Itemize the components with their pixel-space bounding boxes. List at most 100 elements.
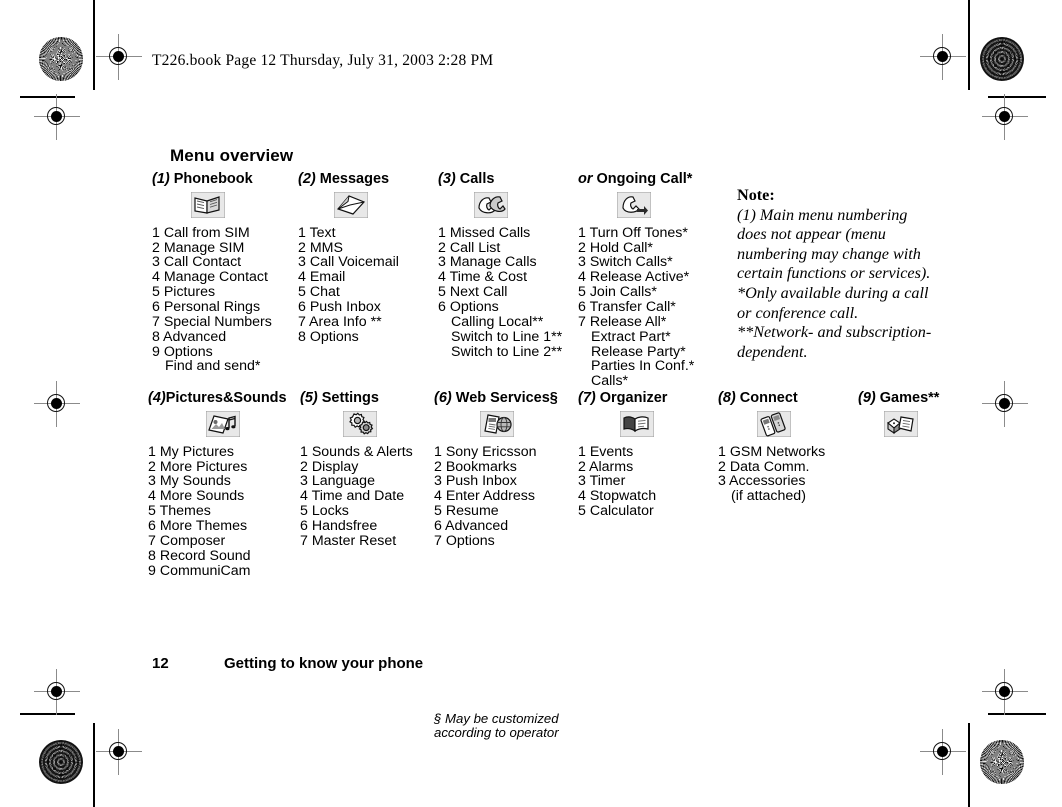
footnote-line: § May be customized xyxy=(434,710,559,726)
registration-mark-upper-right xyxy=(982,94,1028,140)
column-title: Connect xyxy=(739,390,798,406)
menu-item: 4 Manage Contact xyxy=(152,269,268,286)
menu-item: 3 Call Contact xyxy=(152,254,242,271)
menu-item-list: 1 GSM Networks 2 Data Comm. 3 Accessories(… xyxy=(718,444,830,505)
note-label: Note: xyxy=(737,186,775,204)
trim-line-right-top xyxy=(968,0,970,90)
note-line: does not appear (menu xyxy=(737,225,886,244)
menu-column-organizer: (7) Organizer 1 Events 2 Alarms 3 Timer 4 S… xyxy=(578,391,696,519)
menu-item: 1 Sounds & Alerts xyxy=(300,443,413,460)
menu-item: 6 Personal Rings xyxy=(152,299,261,316)
menu-item: 5 Calculator xyxy=(578,503,654,520)
note-line: **Network- and subscription- xyxy=(737,323,932,342)
menu-item: Calling Local** xyxy=(451,313,544,330)
column-number: (8) xyxy=(718,390,736,406)
note-line: *Only available during a call xyxy=(737,283,929,302)
menu-item: 6 Transfer Call* xyxy=(578,299,676,316)
menu-item: 2 Data Comm. xyxy=(718,458,810,475)
menu-item: 7 Special Numbers xyxy=(152,313,272,330)
menu-item: 2 Call List xyxy=(438,239,501,256)
menu-item: 1 Turn Off Tones* xyxy=(578,224,688,241)
menu-column-web-services: (6) Web Services§ 1 Sony Ericsson 2 Bookm… xyxy=(434,391,559,740)
column-heading: (8) Connect xyxy=(718,391,830,406)
column-number: (4) xyxy=(148,390,166,406)
column-heading: (3) Calls xyxy=(438,172,562,187)
menu-item: Extract Part* xyxy=(591,328,671,345)
connect-icon xyxy=(718,409,830,439)
menu-item-list: 1 Call from SIM 2 Manage SIM 3 Call Contac… xyxy=(152,225,272,374)
menu-item: 5 Themes xyxy=(148,503,211,520)
print-density-mark-top-right xyxy=(980,37,1024,81)
column-title: Pictures&Sounds xyxy=(165,390,287,406)
menu-item: 2 Alarms xyxy=(578,458,634,475)
menu-item: 1 Text xyxy=(298,224,336,241)
note-line: or conference call. xyxy=(737,303,859,322)
games-icon xyxy=(858,409,944,439)
column-heading: (4)Pictures&Sounds xyxy=(148,391,298,406)
registration-mark-upper-left xyxy=(34,94,80,140)
trim-line-top-right xyxy=(988,96,1046,98)
phonebook-icon xyxy=(152,190,264,220)
column-title: Phonebook xyxy=(173,171,253,187)
menu-column-calls: (3) Calls 1 Missed Calls 2 Call List 3 Man… xyxy=(438,172,562,359)
column-heading: (1) Phonebook xyxy=(152,172,272,187)
menu-item: 6 Options xyxy=(438,299,499,316)
menu-column-games: (9) Games** xyxy=(858,391,944,445)
registration-mark-lower-left xyxy=(34,669,80,715)
menu-item-list: 1 Sounds & Alerts 2 Display 3 Language 4 Ti… xyxy=(300,443,420,549)
menu-item-list: 1 Events 2 Alarms 3 Timer 4 Stopwatch 5 Calc… xyxy=(578,444,696,520)
column-heading: or Ongoing Call* xyxy=(578,172,694,187)
menu-column-ongoing-call: or Ongoing Call* 1 Turn Off Tones* 2 Hold… xyxy=(578,172,694,389)
page-footer: 12 Getting to know your phone xyxy=(152,655,423,672)
menu-item: Calls* xyxy=(591,373,629,390)
footer-section-title: Getting to know your phone xyxy=(224,655,424,672)
column-heading: (7) Organizer xyxy=(578,391,696,406)
menu-item: 2 Display xyxy=(300,458,359,475)
menu-item: 2 Bookmarks xyxy=(434,458,517,475)
menu-item: 8 Advanced xyxy=(152,328,227,345)
menu-column-messages: (2) Messages 1 Text 2 MMS 3 Call Voicemail… xyxy=(298,172,403,345)
trim-line-bottom-left xyxy=(20,713,75,715)
column-number: or xyxy=(578,171,593,187)
trim-line-top-left xyxy=(20,96,75,98)
menu-column-phonebook: (1) Phonebook 1 Call from SIM 2 Manage SI… xyxy=(152,172,272,374)
menu-item: 3 Call Voicemail xyxy=(298,254,399,271)
note-line: dependent. xyxy=(737,342,808,361)
menu-item: 9 CommuniCam xyxy=(148,562,251,579)
column-heading: (2) Messages xyxy=(298,172,403,187)
menu-item: Switch to Line 1** xyxy=(451,328,563,345)
menu-item: 2 Hold Call* xyxy=(578,239,653,256)
column-number: (1) xyxy=(152,171,170,187)
menu-column-pictures-sounds: (4)Pictures&Sounds 1 My Pictures 2 More P… xyxy=(148,391,298,578)
menu-item: 3 Push Inbox xyxy=(434,473,517,490)
menu-item: (if attached) xyxy=(731,488,806,505)
print-density-mark-top-left xyxy=(39,37,83,81)
menu-item: 5 Join Calls* xyxy=(578,284,657,301)
menu-item: 4 Time & Cost xyxy=(438,269,528,286)
pictures-sounds-icon xyxy=(148,409,298,439)
menu-item-list: 1 Sony Ericsson 2 Bookmarks 3 Push Inbox 4 … xyxy=(434,444,559,549)
note-block: Note: (1) Main menu numbering does not a… xyxy=(737,186,952,362)
menu-item: 4 Email xyxy=(298,269,346,286)
column-number: (2) xyxy=(298,171,316,187)
organizer-icon xyxy=(578,409,696,439)
menu-item: Parties In Conf.* xyxy=(591,358,695,375)
book-file-header: T226.book Page 12 Thursday, July 31, 200… xyxy=(152,52,494,69)
menu-item: 5 Locks xyxy=(300,503,349,520)
menu-item: 8 Options xyxy=(298,328,359,345)
column-number: (3) xyxy=(438,171,456,187)
menu-item: 2 Manage SIM xyxy=(152,239,245,256)
menu-item: 7 Options xyxy=(434,532,495,549)
ongoing-call-icon xyxy=(578,190,690,220)
menu-item: 9 Options xyxy=(152,343,213,360)
menu-item: 7 Master Reset xyxy=(300,532,397,549)
menu-item-list: 1 Missed Calls 2 Call List 3 Manage Calls 4… xyxy=(438,225,563,360)
column-title: Organizer xyxy=(599,390,668,406)
trim-line-left-top xyxy=(93,0,95,90)
print-density-mark-bottom-right xyxy=(980,740,1024,784)
menu-item: 5 Chat xyxy=(298,284,340,301)
column-heading: (9) Games** xyxy=(858,391,944,406)
menu-item: 3 Accessories xyxy=(718,473,806,490)
gears-icon xyxy=(300,409,420,439)
column-title: Games** xyxy=(879,390,940,406)
